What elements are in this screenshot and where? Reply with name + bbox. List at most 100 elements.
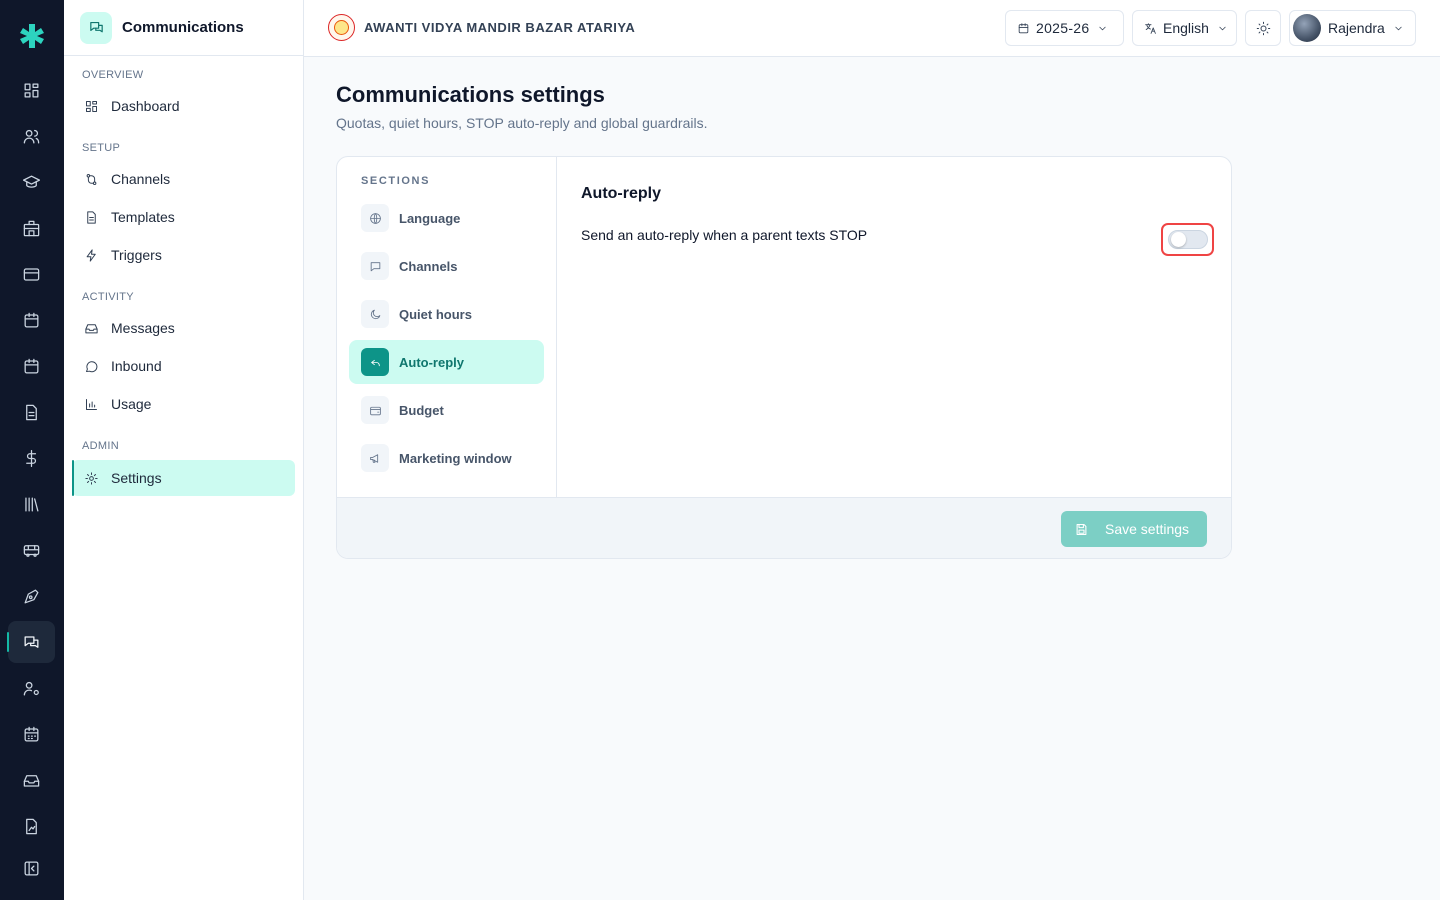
calendar-event-icon[interactable] xyxy=(8,345,55,387)
sidebar-item-label: Dashboard xyxy=(111,98,180,114)
document-icon xyxy=(87,210,96,224)
settings-card: SECTIONS Language Channels Quiet hours A… xyxy=(336,156,1232,559)
wallet-icon xyxy=(369,406,381,415)
group-activity-label: ACTIVITY xyxy=(82,291,134,303)
globe-icon xyxy=(369,212,381,224)
module-header: Communications xyxy=(64,0,303,56)
section-tab-channels[interactable]: Channels xyxy=(349,244,544,288)
section-tab-label: Auto-reply xyxy=(399,354,464,370)
sidebar-item-label: Usage xyxy=(111,396,152,412)
group-setup-label: SETUP xyxy=(82,142,121,154)
sidebar-item-templates[interactable]: Templates xyxy=(72,199,295,235)
bar-chart-icon xyxy=(86,398,97,410)
top-bar: AWANTI VIDYA MANDIR BAZAR ATARIYA 2025-2… xyxy=(304,0,1440,57)
save-button-label: Save settings xyxy=(1105,521,1190,537)
file-signature-icon[interactable] xyxy=(8,805,55,847)
sidebar-item-label: Settings xyxy=(111,470,162,486)
toggle-track xyxy=(1168,230,1208,249)
messages-icon xyxy=(80,11,112,44)
section-tab-budget[interactable]: Budget xyxy=(349,388,544,432)
user-name: Rajendra xyxy=(1328,20,1385,36)
inbox-tray-icon[interactable] xyxy=(8,759,55,801)
academic-year-select[interactable]: 2025-26 xyxy=(1005,10,1124,46)
school-logo xyxy=(328,14,355,41)
module-sidebar: Communications OVERVIEW Dashboard SETUP … xyxy=(64,0,304,900)
section-tab-quiet-hours[interactable]: Quiet hours xyxy=(349,292,544,336)
auto-reply-toggle[interactable] xyxy=(1161,223,1214,256)
chevron-down-icon xyxy=(1395,26,1402,30)
sun-icon xyxy=(1256,21,1270,35)
user-cog-icon[interactable] xyxy=(8,667,55,709)
app-icon-rail xyxy=(0,0,64,900)
section-tab-language[interactable]: Language xyxy=(349,196,544,240)
language-select[interactable]: English xyxy=(1132,10,1237,46)
group-overview-label: OVERVIEW xyxy=(82,69,144,81)
document-icon[interactable] xyxy=(8,391,55,433)
inbox-tray-icon xyxy=(85,323,98,333)
group-admin-label: ADMIN xyxy=(82,440,119,452)
section-tab-label: Channels xyxy=(399,258,458,274)
sidebar-item-dashboard[interactable]: Dashboard xyxy=(72,88,295,124)
school-name: AWANTI VIDYA MANDIR BAZAR ATARIYA xyxy=(364,20,636,35)
collapse-panel-icon[interactable] xyxy=(8,847,55,889)
section-tab-label: Marketing window xyxy=(399,450,512,466)
chevron-down-icon xyxy=(1099,26,1107,30)
sidebar-item-triggers[interactable]: Triggers xyxy=(72,237,295,273)
auto-reply-setting-label: Send an auto-reply when a parent texts S… xyxy=(581,227,868,243)
sidebar-item-label: Inbound xyxy=(111,358,162,374)
sidebar-item-messages[interactable]: Messages xyxy=(72,310,295,346)
section-tab-label: Quiet hours xyxy=(399,306,472,322)
sidebar-item-label: Templates xyxy=(111,209,175,225)
calendar-grid-icon[interactable] xyxy=(8,713,55,755)
language-value: English xyxy=(1163,20,1209,36)
sidebar-item-inbound[interactable]: Inbound xyxy=(72,348,295,384)
message-circle-icon xyxy=(86,360,98,372)
section-tab-auto-reply[interactable]: Auto-reply xyxy=(349,340,544,384)
save-settings-button[interactable]: Save settings xyxy=(1061,511,1207,547)
page-subtitle: Quotas, quiet hours, STOP auto-reply and… xyxy=(336,115,708,131)
user-menu-button[interactable]: Rajendra xyxy=(1289,10,1416,46)
channels-icon xyxy=(86,173,97,185)
gear-icon xyxy=(85,471,98,485)
bus-icon[interactable] xyxy=(8,529,55,571)
megaphone-icon xyxy=(369,453,378,463)
sections-label: SECTIONS xyxy=(361,175,431,187)
dashboard-grid-icon[interactable] xyxy=(8,69,55,111)
section-tab-label: Budget xyxy=(399,402,444,418)
pen-tool-icon[interactable] xyxy=(8,575,55,617)
chevron-down-icon xyxy=(1219,26,1226,30)
lightning-icon xyxy=(86,248,96,262)
moon-icon xyxy=(370,309,380,319)
sidebar-item-usage[interactable]: Usage xyxy=(72,386,295,422)
reply-icon xyxy=(370,359,380,366)
card-footer: Save settings xyxy=(337,497,1231,558)
app-logo-icon[interactable] xyxy=(16,20,48,52)
module-title: Communications xyxy=(122,19,244,36)
section-tab-label: Language xyxy=(399,210,461,226)
library-icon[interactable] xyxy=(8,483,55,525)
theme-toggle-button[interactable] xyxy=(1245,10,1281,46)
academic-year-value: 2025-26 xyxy=(1036,20,1090,36)
page-title: Communications settings xyxy=(336,82,605,107)
calendar-icon[interactable] xyxy=(8,299,55,341)
users-icon[interactable] xyxy=(8,115,55,157)
sidebar-item-label: Messages xyxy=(111,320,175,336)
save-icon xyxy=(1076,523,1087,535)
dashboard-grid-icon xyxy=(86,100,97,112)
message-square-icon xyxy=(370,261,380,271)
credit-card-icon[interactable] xyxy=(8,253,55,295)
sidebar-item-settings[interactable]: Settings xyxy=(72,460,295,496)
sidebar-item-channels[interactable]: Channels xyxy=(72,161,295,197)
graduation-cap-icon[interactable] xyxy=(8,161,55,203)
calendar-icon xyxy=(1018,22,1029,33)
messages-icon[interactable] xyxy=(7,621,55,663)
section-tab-marketing-window[interactable]: Marketing window xyxy=(349,436,544,480)
building-icon[interactable] xyxy=(8,207,55,249)
toggle-knob xyxy=(1171,232,1186,247)
dollar-icon[interactable] xyxy=(8,437,55,479)
avatar xyxy=(1293,14,1321,42)
sidebar-item-label: Channels xyxy=(111,171,171,187)
section-content: Auto-reply Send an auto-reply when a par… xyxy=(558,157,1231,497)
sections-nav: SECTIONS Language Channels Quiet hours A… xyxy=(337,157,557,497)
translate-icon xyxy=(1145,22,1156,34)
